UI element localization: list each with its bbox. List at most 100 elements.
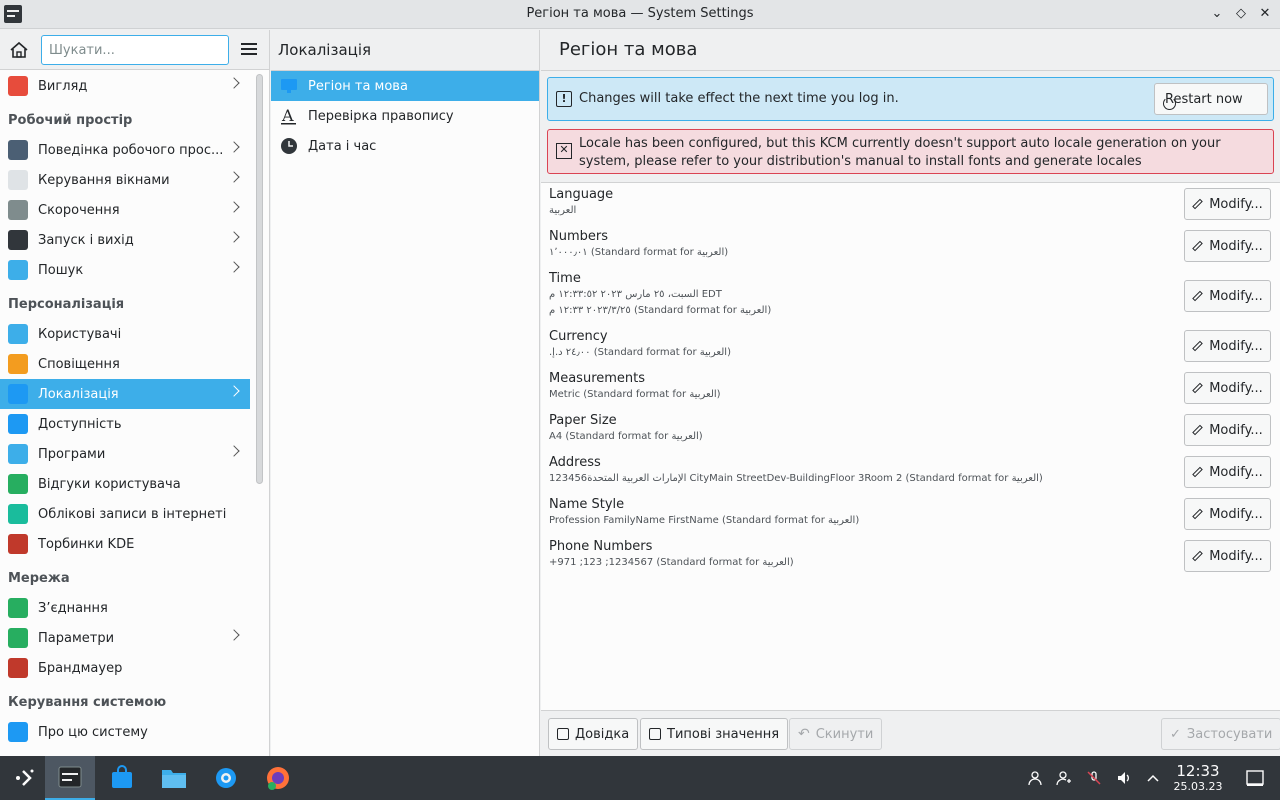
user-icon[interactable] (1027, 770, 1043, 786)
modify-label: Modify... (1209, 548, 1263, 564)
appearance-icon (8, 76, 28, 96)
error-message: ✕ Locale has been configured, but this K… (547, 129, 1274, 174)
locale-row-value: ١٬٠٠٠٫٠١ (Standard format for العربية) (549, 247, 729, 258)
chevron-right-icon (228, 385, 240, 397)
sidebar-item-13[interactable]: Відгуки користувача (0, 469, 250, 499)
firefox-icon[interactable] (253, 756, 303, 800)
taskbar-system-settings[interactable] (45, 756, 95, 800)
sidebar-item-label: Облікові записи в інтернеті (38, 506, 227, 522)
modify-button[interactable]: Modify... (1184, 456, 1271, 488)
sidebar-item-label: Поведінка робочого прос... (38, 142, 224, 158)
sidebar-item-11[interactable]: Доступність (0, 409, 250, 439)
sidebar-item-12[interactable]: Програми (0, 439, 250, 469)
search-input[interactable] (41, 35, 229, 65)
restart-now-label: Restart now (1165, 91, 1243, 107)
reset-button[interactable]: ↶ Скинути (789, 718, 883, 750)
sidebar-item-5[interactable]: Запуск і вихід (0, 225, 250, 255)
content-panel: Регіон та мова ! Changes will take effec… (541, 30, 1280, 756)
accessibility-icon (8, 414, 28, 434)
apply-button[interactable]: ✓ Застосувати (1161, 718, 1280, 750)
modify-button[interactable]: Modify... (1184, 372, 1271, 404)
modify-label: Modify... (1209, 380, 1263, 396)
locale-row-time: Time السبت، ٢٥ مارس ٢٠٢٣ ١٢:٣٣:٥٢ م EDT ٢٠… (541, 267, 1280, 325)
pencil-icon (1192, 466, 1203, 478)
application-launcher-icon[interactable] (0, 756, 50, 800)
chevron-right-icon (228, 445, 240, 457)
sidebar-item-10[interactable]: Локалізація (0, 379, 250, 409)
volume-icon[interactable] (1116, 770, 1132, 786)
modify-button[interactable]: Modify... (1184, 188, 1271, 220)
reset-label: Скинути (815, 726, 874, 742)
modify-button[interactable]: Modify... (1184, 540, 1271, 572)
sidebar-item-3[interactable]: Керування вікнами (0, 165, 250, 195)
restart-now-button[interactable]: Restart now (1154, 83, 1268, 115)
subcategory-panel: Локалізація Регіон та мова A Перевірка пра… (271, 30, 540, 756)
discover-store-icon[interactable] (97, 756, 147, 800)
clock-icon (279, 136, 299, 156)
sidebar-item-9[interactable]: Сповіщення (0, 349, 250, 379)
feedback-icon (8, 474, 28, 494)
sidebar-section-header: Робочий простір (8, 113, 133, 128)
locale-row-currency: Currency ٢٤٫٠٠ د.إ.‏ (Standard format for… (541, 325, 1280, 367)
sidebar-item-15[interactable]: Торбинки KDE (0, 529, 250, 559)
firewall-icon (8, 658, 28, 678)
minimize-icon[interactable]: ⌄ (1207, 4, 1227, 24)
locale-row-measurements: Measurements Metric (Standard format for … (541, 367, 1280, 409)
sidebar-item-17[interactable]: З’єднання (0, 593, 250, 623)
locale-row-phone-numbers: Phone Numbers +971 ;123 ;1234567 (Standar… (541, 535, 1280, 577)
modify-button[interactable]: Modify... (1184, 330, 1271, 362)
online-accounts-icon (8, 504, 28, 524)
sidebar-item-14[interactable]: Облікові записи в інтернеті (0, 499, 250, 529)
wallet-icon (8, 534, 28, 554)
subcategory-item-2[interactable]: Дата і час (271, 131, 539, 161)
file-manager-icon[interactable] (149, 756, 199, 800)
pencil-icon (1192, 290, 1203, 302)
sidebar-item-4[interactable]: Скорочення (0, 195, 250, 225)
sidebar-section-header: Керування системою (8, 695, 167, 710)
modify-button[interactable]: Modify... (1184, 230, 1271, 262)
spellcheck-icon: A (279, 106, 299, 126)
chevron-right-icon (228, 77, 240, 89)
window-title: Регіон та мова — System Settings (526, 6, 754, 21)
user-switch-icon[interactable] (1056, 770, 1072, 786)
locale-row-title: Measurements (549, 371, 646, 386)
modify-button[interactable]: Modify... (1184, 414, 1271, 446)
microphone-muted-icon[interactable] (1086, 770, 1102, 786)
modify-button[interactable]: Modify... (1184, 498, 1271, 530)
locale-row-value: العربية (549, 205, 577, 216)
maximize-icon[interactable]: ◇ (1231, 4, 1251, 24)
sidebar-item-6[interactable]: Пошук (0, 255, 250, 285)
locale-row-numbers: Numbers ١٬٠٠٠٫٠١ (Standard format for الع… (541, 225, 1280, 267)
hamburger-menu-icon[interactable] (238, 40, 260, 60)
locale-row-title: Name Style (549, 497, 625, 512)
sidebar-item-label: Локалізація (38, 386, 119, 402)
modify-button[interactable]: Modify... (1184, 280, 1271, 312)
settings-gear-icon[interactable] (201, 756, 251, 800)
show-desktop-icon[interactable] (1246, 769, 1264, 787)
users-icon (8, 324, 28, 344)
sidebar-item-19[interactable]: Брандмауер (0, 653, 250, 683)
modify-label: Modify... (1209, 422, 1263, 438)
chevron-right-icon (228, 261, 240, 273)
sidebar-item-18[interactable]: Параметри (0, 623, 250, 653)
home-icon[interactable] (8, 39, 30, 61)
sidebar-item-label: Вигляд (38, 78, 88, 94)
sidebar-item-2[interactable]: Поведінка робочого прос... (0, 135, 250, 165)
subcategory-item-0[interactable]: Регіон та мова (271, 71, 539, 101)
close-icon[interactable]: ✕ (1255, 4, 1275, 24)
sidebar-item-21[interactable]: Про цю систему (0, 717, 250, 747)
chevron-right-icon (228, 201, 240, 213)
help-button[interactable]: Довідка (548, 718, 639, 750)
clock[interactable]: 12:33 25.03.23 (1166, 762, 1230, 794)
sidebar-scrollbar[interactable] (256, 74, 263, 484)
defaults-label: Типові значення (667, 726, 780, 742)
locale-row-title: Paper Size (549, 413, 617, 428)
show-hidden-icons-icon[interactable] (1145, 770, 1161, 786)
sidebar-item-label: Керування вікнами (38, 172, 170, 188)
subcategory-item-1[interactable]: A Перевірка правопису (271, 101, 539, 131)
sidebar-item-8[interactable]: Користувачі (0, 319, 250, 349)
sidebar-item-0[interactable]: Вигляд (0, 71, 250, 101)
defaults-button[interactable]: Типові значення (640, 718, 789, 750)
locale-row-title: Language (549, 187, 614, 202)
help-icon (557, 728, 569, 740)
